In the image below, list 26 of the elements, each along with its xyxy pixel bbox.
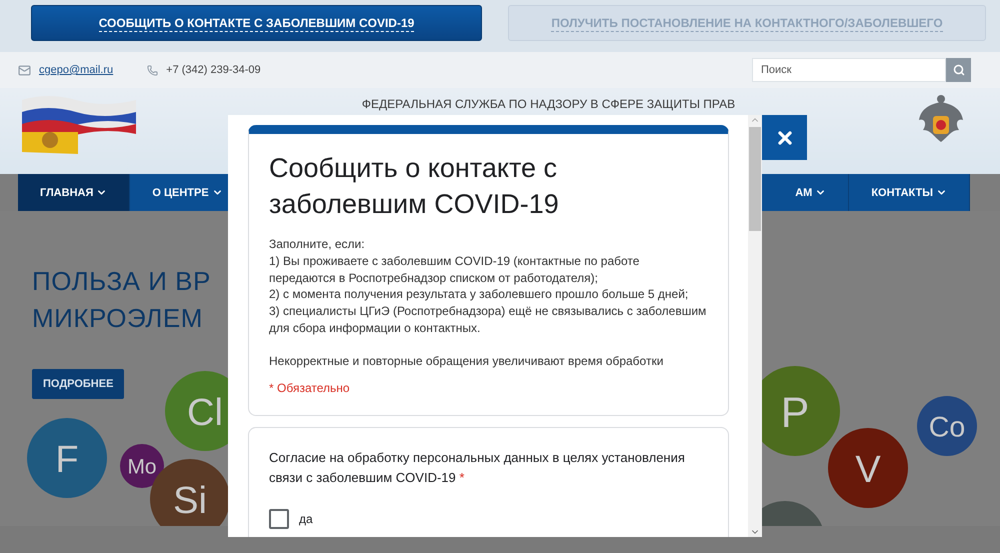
more-button[interactable]: ПОДРОБНЕЕ bbox=[32, 369, 124, 399]
form-description: Заполните, если: 1) Вы проживаете с заболевшим COVID-19 (контактные по работе передаются в Роспотребнадзор списком от работодателя); 2) с момента получения результата у заболевшего прошло больше 5 дней; 3) специалисты ЦГиЭ (Роспотребнадзора) ещё не связывались с заболевшим для сбора информации о контактных. bbox=[269, 236, 708, 337]
scrollbar-thumb[interactable] bbox=[749, 127, 761, 231]
mail-icon bbox=[18, 64, 31, 76]
hero-title: ПОЛЬЗА И ВР bbox=[32, 265, 211, 298]
search-button[interactable] bbox=[946, 58, 971, 82]
hero-title: МИКРОЭЛЕМ bbox=[32, 302, 203, 335]
close-button[interactable] bbox=[762, 115, 807, 160]
header-title: ФЕДЕРАЛЬНАЯ СЛУЖБА ПО НАДЗОРУ В СФЕРЕ ЗАЩИТЫ ПРАВ bbox=[360, 96, 736, 111]
element-bubble: F bbox=[27, 418, 107, 498]
element-bubble: V bbox=[828, 428, 908, 508]
phone-icon bbox=[147, 64, 158, 76]
search-field[interactable]: Поиск bbox=[752, 58, 946, 82]
scrollbar[interactable] bbox=[748, 115, 762, 537]
checkbox[interactable] bbox=[269, 508, 289, 529]
nav-item[interactable]: ГЛАВНАЯ bbox=[18, 174, 130, 211]
form-title: Сообщить о контакте с заболевшим COVID-19 bbox=[269, 152, 560, 221]
top-link-button[interactable]: СООБЩИТЬ О КОНТАКТЕ С ЗАБОЛЕВШИМ COVID-19 bbox=[31, 5, 482, 41]
question-text: Согласие на обработку персональных данных в целях установления связи с заболевшим COVID-19 * bbox=[269, 448, 686, 487]
search-icon bbox=[952, 64, 964, 76]
email-link[interactable]: cgepo@mail.ru bbox=[39, 64, 114, 76]
required-note: * Обязательно bbox=[269, 380, 351, 395]
option-label: да bbox=[299, 512, 313, 526]
form-note: Некорректные и повторные обращения увеличивают время обработки bbox=[269, 354, 664, 368]
phone-number: +7 (342) 239-34-09 bbox=[166, 64, 261, 76]
element-bubble: Co bbox=[917, 396, 977, 456]
